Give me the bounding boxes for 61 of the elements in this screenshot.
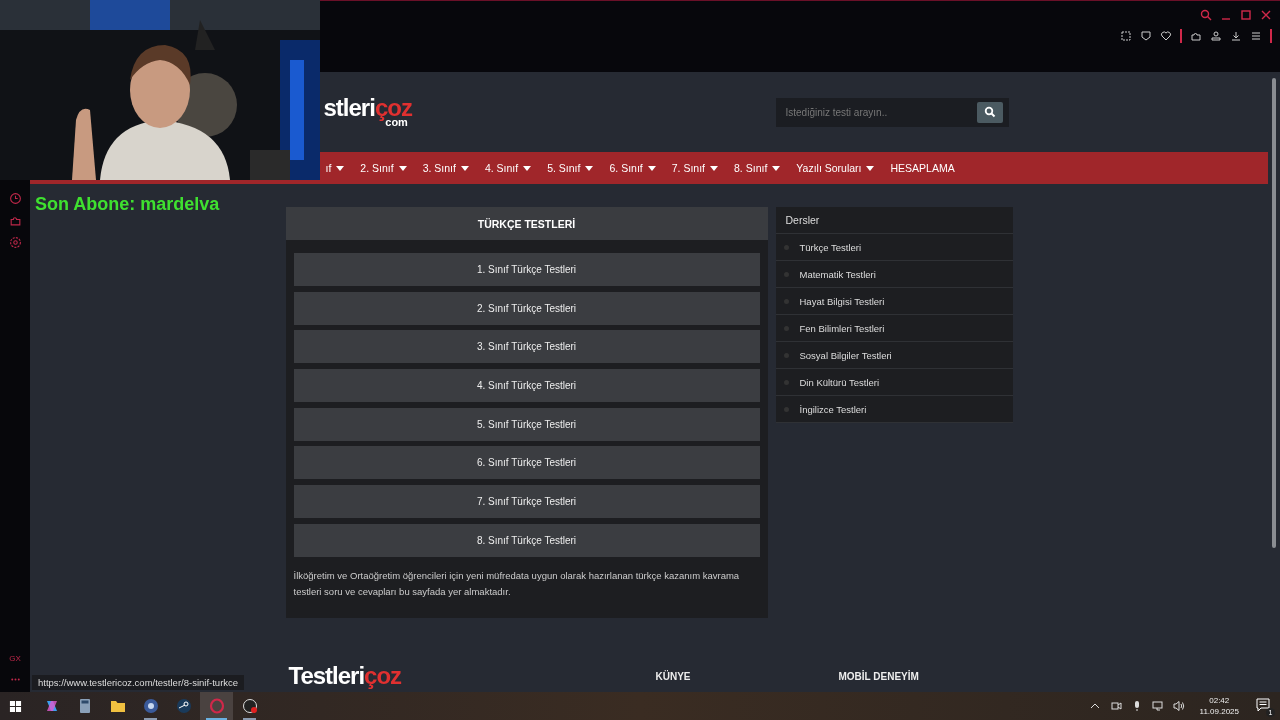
search-box[interactable]: İstediğiniz testi arayın.. (775, 97, 1009, 127)
clock[interactable]: 02:42 11.09.2025 (1199, 695, 1239, 717)
nav-item[interactable]: 8. Sınıf (726, 152, 789, 184)
close-icon[interactable] (1260, 9, 1272, 21)
sidebar-item[interactable]: Din Kültürü Testleri (775, 369, 1013, 396)
panel-title: TÜRKÇE TESTLERİ (285, 207, 768, 240)
sidebar-title: Dersler (775, 207, 1013, 234)
nav-item[interactable]: 2. Sınıf (352, 152, 415, 184)
nav-item[interactable]: ıf (322, 152, 353, 184)
snapshot-icon[interactable] (1120, 30, 1132, 42)
nav-item[interactable]: 6. Sınıf (601, 152, 664, 184)
test-link[interactable]: 3. Sınıf Türkçe Testleri (293, 330, 760, 364)
folder-icon (109, 698, 126, 714)
nav-item[interactable]: 7. Sınıf (663, 152, 727, 184)
test-link[interactable]: 1. Sınıf Türkçe Testleri (293, 253, 760, 286)
download-icon[interactable] (1230, 30, 1242, 42)
footer-logo[interactable]: Testleriçoz (288, 661, 402, 690)
clock-icon[interactable] (8, 192, 22, 205)
test-link[interactable]: 8. Sınıf Türkçe Testleri (293, 523, 760, 557)
nav-item[interactable]: 5. Sınıf (539, 152, 602, 184)
start-icon[interactable] (9, 699, 22, 713)
taskbar-app[interactable] (200, 692, 233, 720)
sidebar-item[interactable]: Sosyal Bilgiler Testleri (775, 342, 1013, 369)
test-link[interactable]: 7. Sınıf Türkçe Testleri (293, 485, 760, 519)
footer-heading: KÜNYE (655, 670, 691, 682)
search-icon[interactable] (1200, 9, 1212, 21)
test-link[interactable]: 4. Sınıf Türkçe Testleri (293, 369, 760, 403)
profile-icon[interactable] (1210, 30, 1222, 42)
nav-item[interactable]: 3. Sınıf (414, 152, 477, 184)
description: İlköğretim ve Ortaöğretim öğrencileri için yeni müfredata uygun olarak hazırlanan türkçe kazanım kavrama testleri soru ve cevapları bu sayfada yer almaktadır. (292, 568, 741, 599)
status-url: https://www.testlericoz.com/testler/8-sinif-turkce (32, 675, 245, 690)
search-icon (983, 106, 996, 118)
scrollbar[interactable] (1268, 72, 1280, 692)
test-link[interactable]: 6. Sınıf Türkçe Testleri (293, 446, 760, 480)
sidebar-item[interactable]: Hayat Bilgisi Testleri (775, 288, 1013, 315)
shield-icon[interactable] (1140, 30, 1152, 42)
nav-item[interactable]: Yazılı Soruları (788, 152, 883, 184)
site-logo[interactable]: stleriçoz com (323, 96, 412, 128)
test-link[interactable]: 5. Sınıf Türkçe Testleri (293, 407, 760, 441)
maximize-icon[interactable] (1240, 9, 1252, 21)
footer-heading: MOBİL DENEYİM (838, 670, 919, 682)
heart-icon[interactable] (1160, 30, 1172, 42)
nav-item[interactable]: HESAPLAMA (882, 152, 963, 184)
sidebar-item[interactable]: Türkçe Testleri (775, 234, 1013, 261)
disc-icon (142, 698, 159, 714)
browser-logo[interactable]: GX (9, 654, 21, 663)
sidebar-item[interactable]: Matematik Testleri (775, 261, 1013, 288)
record-icon (241, 698, 258, 714)
overlay-text: Son Abone: mardelva (35, 194, 220, 215)
nav-item[interactable]: 4. Sınıf (476, 152, 540, 184)
ring-icon (208, 698, 225, 714)
sidebar-item[interactable]: Fen Bilimleri Testleri (775, 315, 1013, 342)
settings-icon[interactable] (8, 236, 22, 249)
test-link[interactable]: 2. Sınıf Türkçe Testleri (293, 291, 760, 325)
volume-icon[interactable] (1172, 700, 1185, 712)
menu-icon[interactable] (1250, 30, 1262, 42)
camera-icon[interactable] (1109, 700, 1122, 712)
notification-icon (1256, 697, 1270, 712)
search-button[interactable] (976, 101, 1003, 123)
network-icon[interactable] (1151, 700, 1164, 712)
sidebar-item[interactable]: İngilizce Testleri (775, 396, 1013, 423)
